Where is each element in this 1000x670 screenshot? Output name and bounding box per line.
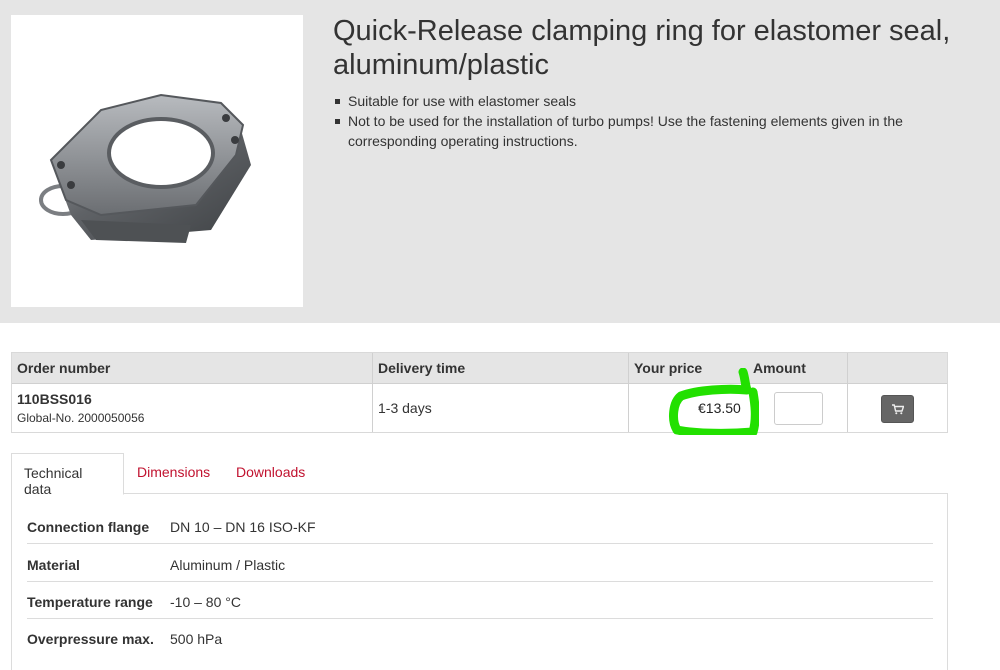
spec-label: Overpressure max. xyxy=(27,631,154,647)
order-number-value: 110BSS016 xyxy=(17,391,92,407)
product-title: Quick-Release clamping ring for elastome… xyxy=(333,15,951,81)
feature-item: Suitable for use with elastomer seals xyxy=(333,91,943,111)
product-tabs: Technical data Dimensions Downloads xyxy=(11,453,948,497)
feature-item: Not to be used for the installation of t… xyxy=(333,111,943,151)
delivery-time-value: 1-3 days xyxy=(378,400,432,416)
technical-data-panel: Connection flange DN 10 – DN 16 ISO-KF M… xyxy=(11,493,948,670)
spec-value: Aluminum / Plastic xyxy=(170,557,286,573)
spec-label: Material xyxy=(27,557,80,573)
product-header: Quick-Release clamping ring for elastome… xyxy=(0,0,1000,323)
spec-value: -10 – 80 °C xyxy=(170,594,241,610)
delivery-time-header: Delivery time xyxy=(378,360,466,376)
spec-label: Temperature range xyxy=(27,594,153,610)
spec-value: DN 10 – DN 16 ISO-KF xyxy=(170,519,316,535)
order-table: Order number Delivery time Your price Am… xyxy=(11,352,948,435)
spec-row: Connection flange DN 10 – DN 16 ISO-KF xyxy=(27,507,933,544)
order-number-header: Order number xyxy=(17,360,111,376)
spec-label: Connection flange xyxy=(27,519,150,535)
amount-input[interactable] xyxy=(774,392,823,425)
global-number: Global-No. 2000050056 xyxy=(17,411,145,425)
spec-row: Temperature range -10 – 80 °C xyxy=(27,582,933,619)
feature-list: Suitable for use with elastomer seals No… xyxy=(333,91,943,151)
price-value: €13.50 xyxy=(698,400,741,416)
spec-value: 500 hPa xyxy=(170,631,223,647)
shopping-cart-icon xyxy=(891,403,904,414)
tab-technical-data[interactable]: Technical data xyxy=(11,453,124,497)
amount-header: Amount xyxy=(753,360,806,376)
spec-row: Material Aluminum / Plastic xyxy=(27,545,933,582)
clamping-ring-photo xyxy=(39,93,251,243)
spec-row: Overpressure max. 500 hPa xyxy=(27,619,933,656)
tab-dimensions[interactable]: Dimensions xyxy=(125,453,222,494)
product-image xyxy=(11,15,303,307)
tab-downloads[interactable]: Downloads xyxy=(224,453,317,494)
add-to-cart-button[interactable] xyxy=(881,395,914,423)
